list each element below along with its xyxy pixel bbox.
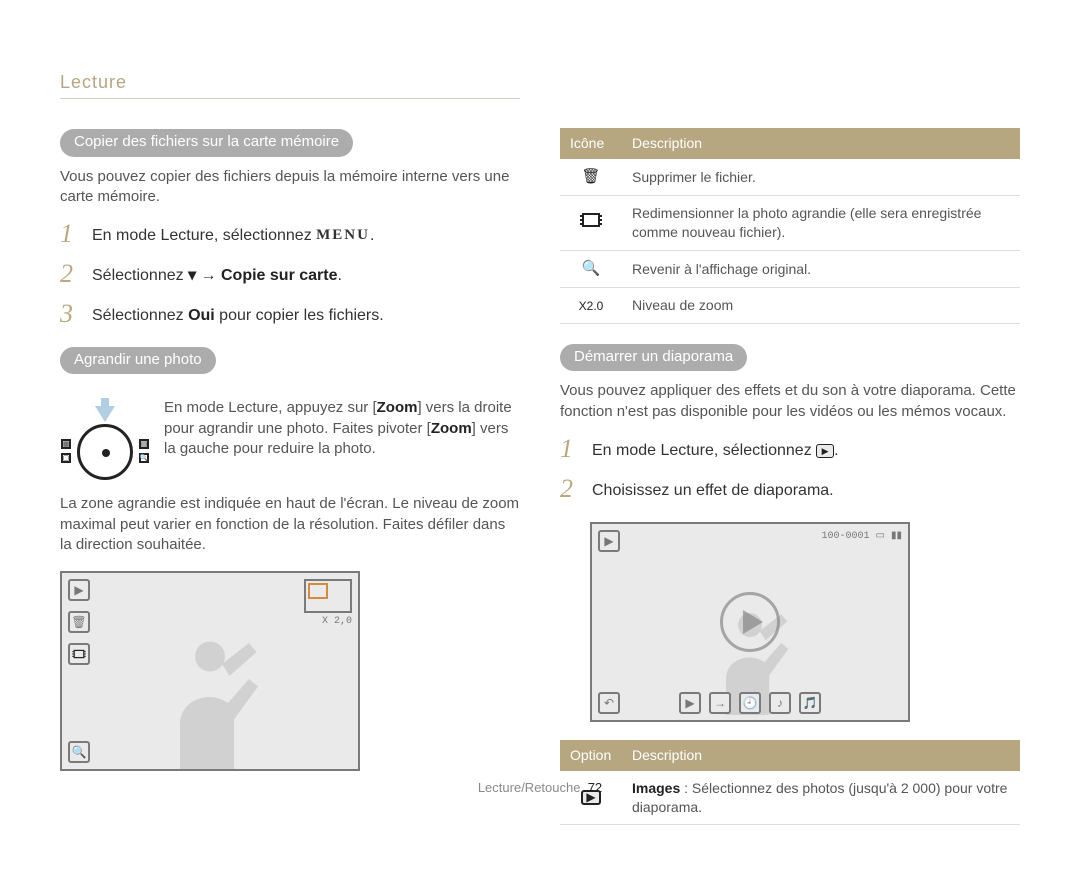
zoom-dial-illustration: ▦ ▢ ▤ 🔍 [60,398,150,480]
sound-off-icon: 🎵 [799,692,821,714]
page-footer: Lecture/Retouche 72 [0,779,1080,797]
steps-slideshow: 1 En mode Lecture, sélectionnez ▶. 2 Cho… [560,436,1020,502]
chevron-down-icon: ▾ [188,267,196,284]
memory-card-icon: ▭ [876,530,885,544]
child-silhouette-icon [135,619,285,769]
th-desc: Description [622,740,1020,771]
magnify-out-icon: 🔍 [68,741,90,763]
step-2: 2 Sélectionnez ▾ → Copie sur carte. [60,261,520,287]
zoom-instruction-text: En mode Lecture, appuyez sur [Zoom] vers… [164,398,520,459]
heading-copy-files: Copier des fichiers sur la carte mémoire [60,129,353,156]
zoom-level-label: X 2,0 [304,615,352,629]
table-row: X2.0 Niveau de zoom [560,288,1020,324]
step-1: 1 En mode Lecture, sélectionnez MENU. [60,221,520,247]
th-desc: Description [622,128,1020,159]
square-icon: ▢ [61,453,71,463]
slideshow-play-icon: ▶ [816,444,834,458]
th-icon: Icône [560,128,622,159]
section-title: Lecture [60,70,520,99]
menu-button-icon: MENU [316,225,370,245]
zoom-paragraph: La zone agrandie est indiquée en haut de… [60,494,520,555]
icon-description-table: Icône Description 🗑 Supprimer le fichier… [560,128,1020,324]
play-overlay-icon [720,592,780,652]
table-row: 🗑 Supprimer le fichier. [560,159,1020,196]
right-column: Icône Description 🗑 Supprimer le fichier… [560,70,1020,845]
step-3: 3 Sélectionnez Oui pour copier les fichi… [60,301,520,327]
images-select-icon: ▶ [679,692,701,714]
arrow-right-icon: → [709,692,731,714]
table-row: 🔍 Revenir à l'affichage original. [560,250,1020,287]
back-arrow-icon: ↶ [598,692,620,714]
minimap-icon [304,579,352,613]
battery-icon: ▮▮ [891,530,902,544]
table-row: Redimensionner la photo agrandie (elle s… [560,196,1020,251]
file-counter: 100-0001 [822,530,870,544]
music-off-icon: ♪ [769,692,791,714]
image-icon: ▤ [139,439,149,449]
intro-slideshow: Vous pouvez appliquer des effets et du s… [560,381,1020,422]
magnify-icon: 🔍 [139,453,149,463]
zoom-level-text: X2.0 [560,288,622,324]
play-icon: ▶ [598,530,620,552]
magnify-icon: 🔍 [560,250,622,287]
clock-icon: 🕘 [739,692,761,714]
step-1: 1 En mode Lecture, sélectionnez ▶. [560,436,1020,462]
intro-copy-files: Vous pouvez copier des fichiers depuis l… [60,167,520,208]
th-option: Option [560,740,622,771]
zoom-instruction-row: ▦ ▢ ▤ 🔍 En mode Lecture, appuyez sur [Zo… [60,398,520,480]
crop-film-icon [560,196,622,251]
steps-copy-files: 1 En mode Lecture, sélectionnez MENU. 2 … [60,221,520,327]
play-icon: ▶ [68,579,90,601]
trash-icon: 🗑 [560,159,622,196]
zoom-screen-illustration: ▶ 🗑 🔍 X 2,0 [60,571,360,771]
step-2: 2 Choisissez un effet de diaporama. [560,476,1020,502]
crop-film-icon [68,643,90,665]
trash-icon: 🗑 [68,611,90,633]
arrow-down-icon [95,406,115,422]
grid-icon: ▦ [61,439,71,449]
slideshow-screen-illustration: ▶ 100-0001 ▭ ▮▮ ↶ ▶ → 🕘 ♪ 🎵 [590,522,910,722]
zoom-dial-icon [77,424,133,480]
heading-slideshow: Démarrer un diaporama [560,344,747,371]
left-column: Lecture Copier des fichiers sur la carte… [60,70,520,845]
heading-zoom: Agrandir une photo [60,347,216,374]
